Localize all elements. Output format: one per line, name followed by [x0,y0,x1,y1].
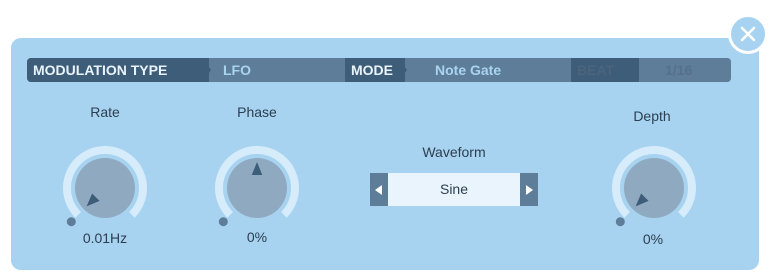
waveform-next-button[interactable] [520,173,538,206]
beat-label: BEAT [571,58,639,82]
waveform-prev-button[interactable] [370,173,388,206]
phase-value: 0% [246,229,268,245]
close-icon [740,26,756,42]
modulation-type-value[interactable]: LFO [223,58,363,82]
rate-label: Rate [90,104,120,120]
phase-label: Phase [237,104,277,120]
depth-knob-mod-dot[interactable] [615,217,625,227]
modulation-type-label: MODULATION TYPE [27,58,209,82]
depth-label: Depth [633,108,671,124]
chevron-right-icon [631,58,639,82]
rate-knob-mod-dot[interactable] [66,217,76,227]
beat-value: 1/16 [639,58,731,82]
depth-knob-face [624,158,684,218]
triangle-right-icon [526,184,533,195]
waveform-label: Waveform [422,144,486,160]
phase-knob[interactable] [207,140,307,240]
close-button[interactable] [728,14,768,54]
rate-knob[interactable] [55,140,155,240]
waveform-value: Sine [439,181,469,197]
depth-value: 0% [642,231,664,247]
mode-value[interactable]: Note Gate [435,58,555,82]
rate-knob-face [75,158,135,218]
chevron-right-icon [399,58,407,82]
depth-knob[interactable] [604,140,704,240]
chevron-right-icon [203,58,211,82]
triangle-left-icon [375,184,382,195]
mode-label: MODE [345,58,405,82]
waveform-selector: Sine [370,173,538,206]
phase-knob-mod-dot[interactable] [218,217,228,227]
modulation-bar: MODULATION TYPE LFO MODE Note Gate BEAT … [27,58,731,82]
rate-value: 0.01Hz [82,230,128,246]
